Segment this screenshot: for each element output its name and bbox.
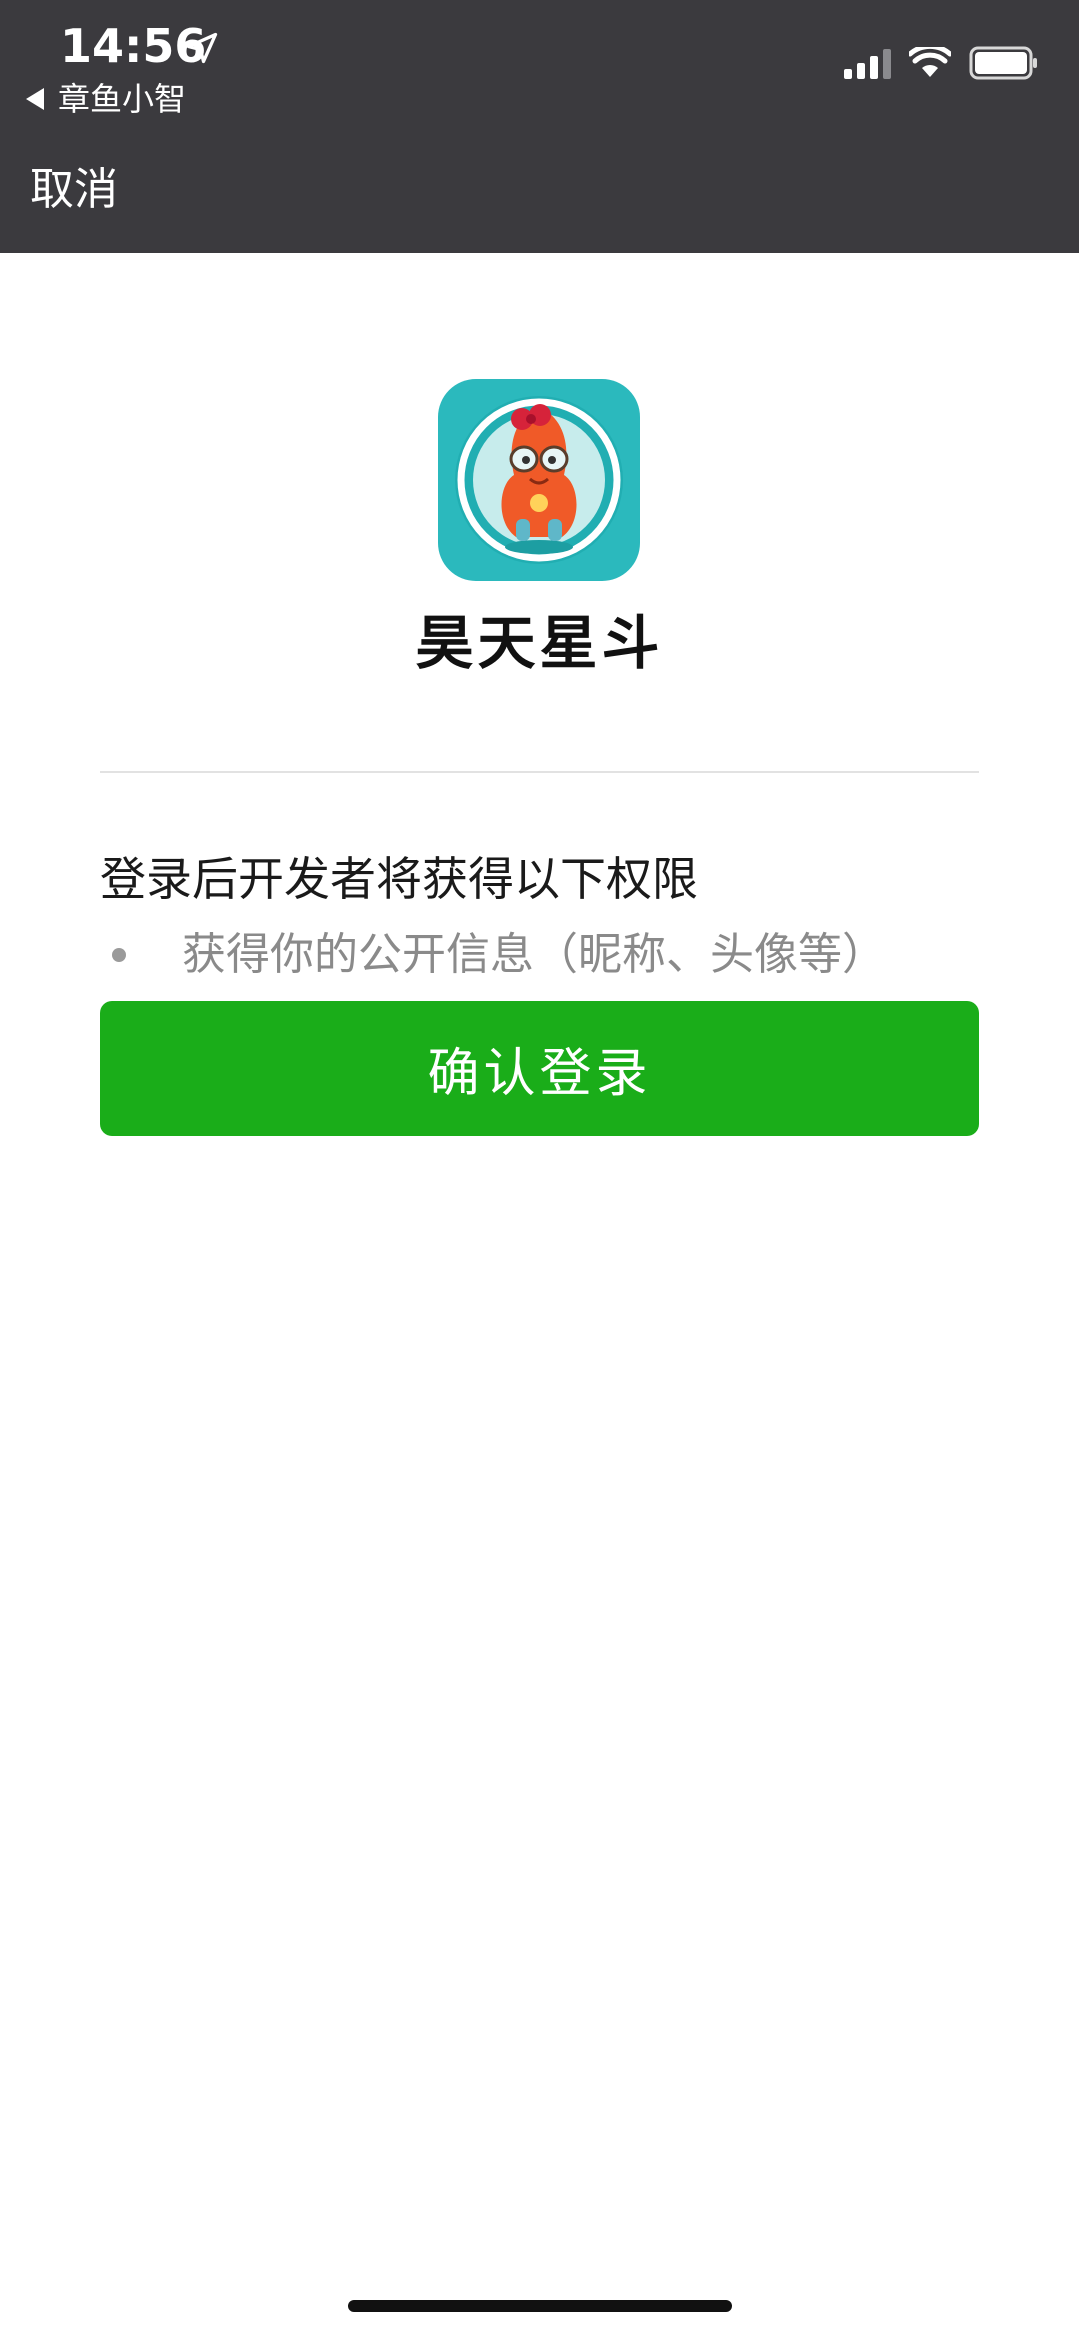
home-indicator[interactable] [348,2300,732,2312]
permission-item-label: 获得你的公开信息（昵称、头像等） [182,929,886,980]
bullet-dot-icon [112,948,126,962]
cellular-signal-icon [844,47,891,79]
app-name: 昊天星斗 [415,609,664,677]
status-indicators [844,46,1039,80]
location-arrow-icon [186,32,218,64]
cancel-button[interactable]: 取消 [30,162,118,218]
wifi-icon [909,47,951,77]
confirm-login-button[interactable]: 确认登录 [100,1001,979,1136]
battery-icon [969,46,1037,80]
back-triangle-icon [26,88,44,110]
header: 14:56 章鱼小智 取消 [0,0,1079,253]
back-to-app-button[interactable]: 章鱼小智 [26,78,186,120]
divider [100,771,979,773]
back-app-label: 章鱼小智 [58,80,187,118]
permission-item: 获得你的公开信息（昵称、头像等） [112,925,886,985]
permission-title: 登录后开发者将获得以下权限 [100,852,698,906]
octopus-mascot-icon [438,379,640,581]
